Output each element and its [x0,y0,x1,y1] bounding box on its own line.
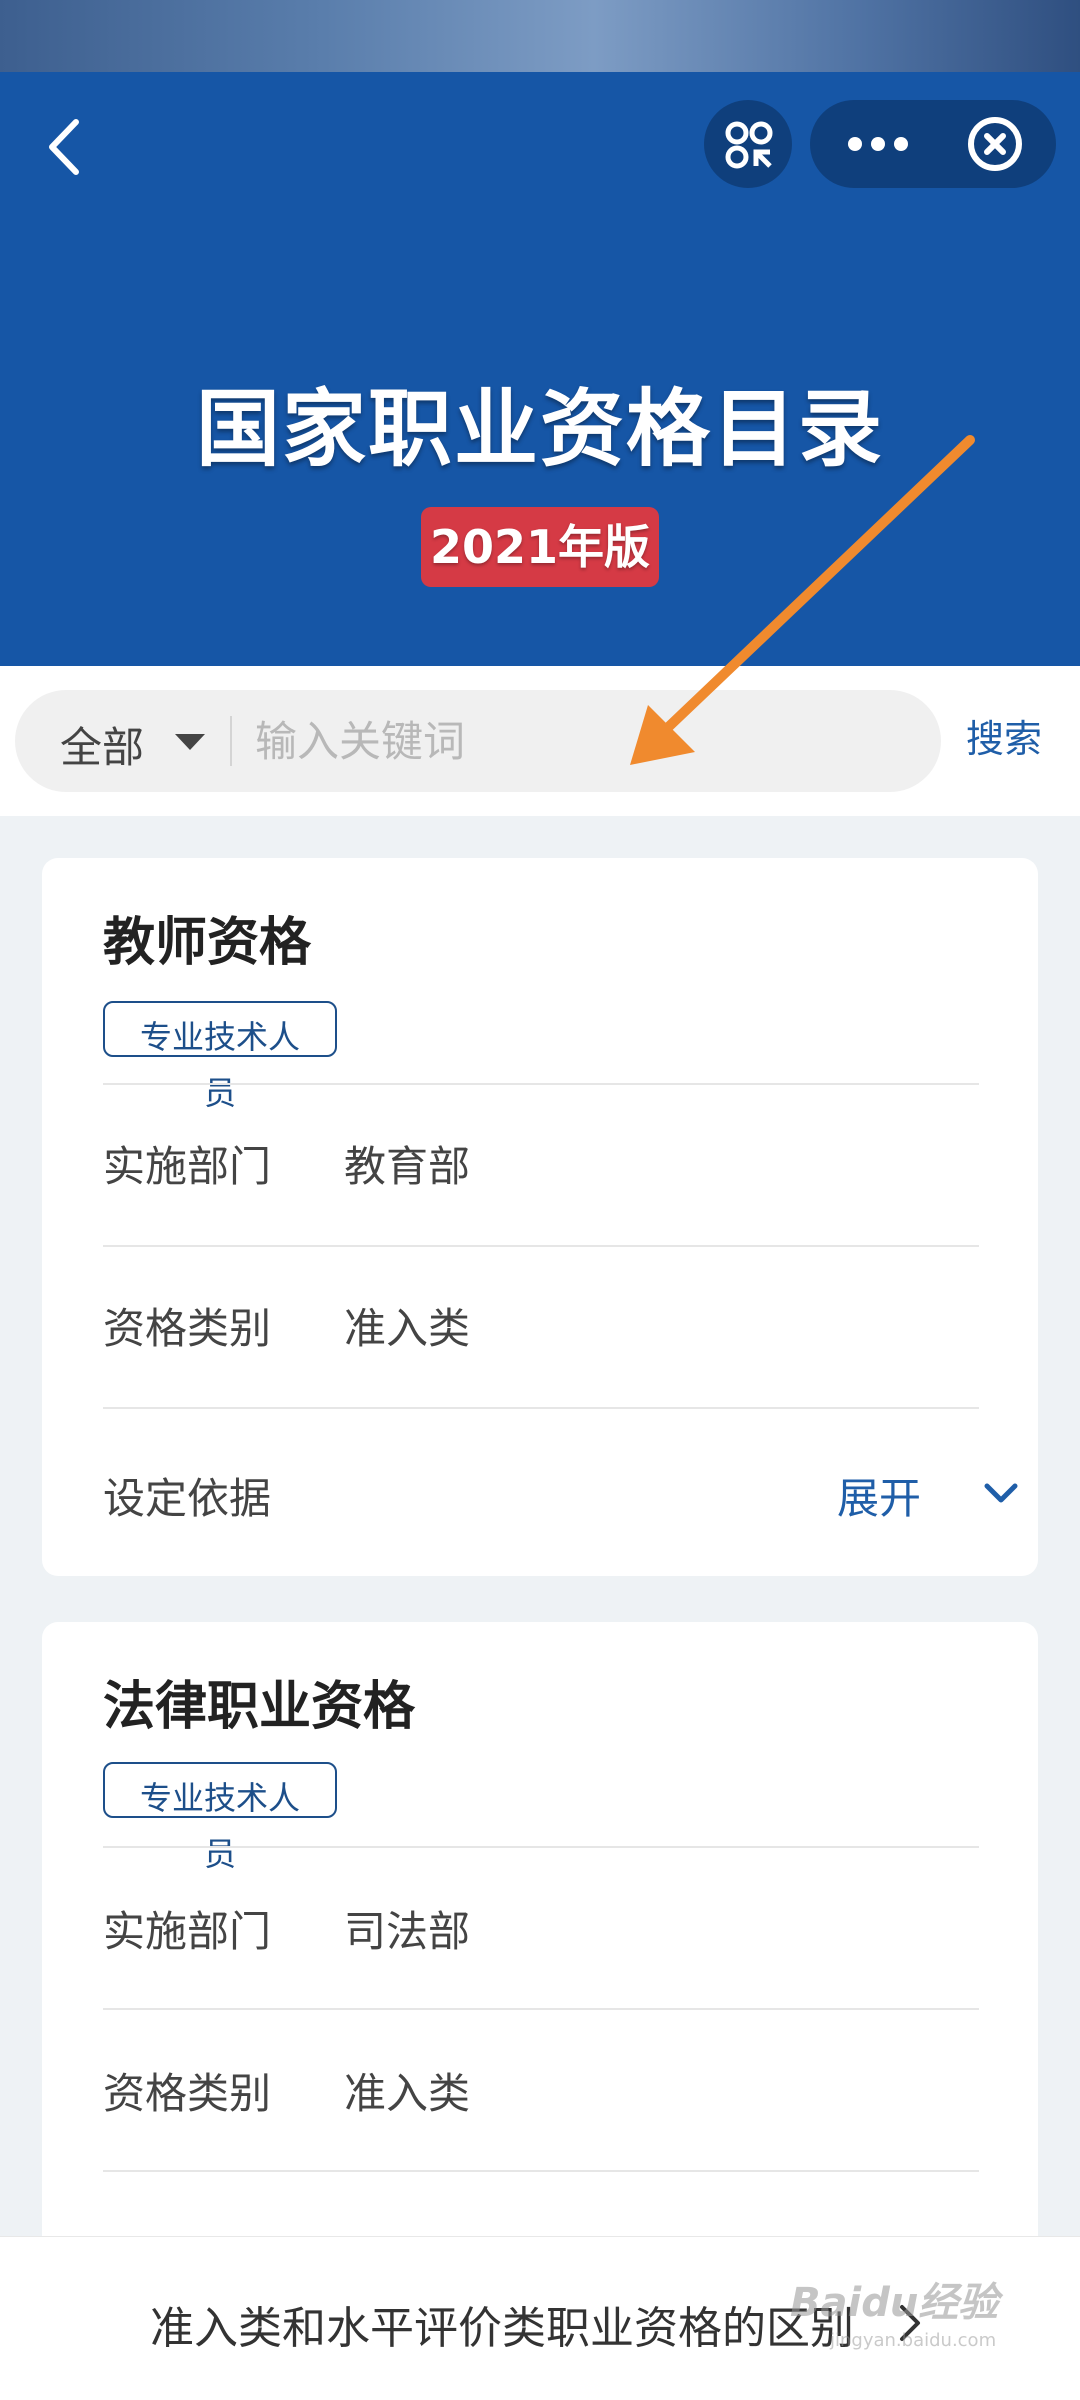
qualification-type-label: 资格类别 [103,1304,272,1353]
qualification-type-label: 资格类别 [103,2069,272,2118]
category-tag-label: 专业技术人员 [139,1779,300,1873]
qualification-card: 教师资格 专业技术人员 实施部门 教育部 资格类别 准入类 设定依据 展开 [42,858,1038,1576]
category-tag-label: 专业技术人员 [139,1018,300,1112]
category-tag: 专业技术人员 [103,1001,337,1112]
annotation-arrow-icon [630,435,975,765]
department-label: 实施部门 [103,1142,272,1191]
divider [103,1846,979,1848]
category-tag: 专业技术人员 [103,1762,337,1873]
department-label: 实施部门 [103,1907,272,1956]
divider [103,1407,979,1409]
watermark-url: jingyan.baidu.com [830,2330,997,2351]
qualification-type-value: 准入类 [344,2069,471,2118]
expand-button[interactable]: 展开 [837,1465,921,1526]
divider [103,1245,979,1247]
qualification-type-value: 准入类 [344,1304,471,1353]
qualification-difference-link[interactable]: 准入类和水平评价类职业资格的区别 [150,2292,854,2356]
divider [103,2170,979,2172]
basis-label: 设定依据 [103,1474,272,1523]
qualification-card: 法律职业资格 专业技术人员 实施部门 司法部 资格类别 准入类 [42,1622,1038,2322]
chevron-down-icon [984,1483,1018,1503]
department-value: 教育部 [344,1142,471,1191]
divider [103,2008,979,2010]
department-value: 司法部 [344,1907,471,1956]
card-title: 教师资格 [103,913,312,973]
divider [103,1083,979,1085]
watermark-logo: Baidu经验 [790,2280,999,2326]
card-title: 法律职业资格 [103,1677,416,1737]
